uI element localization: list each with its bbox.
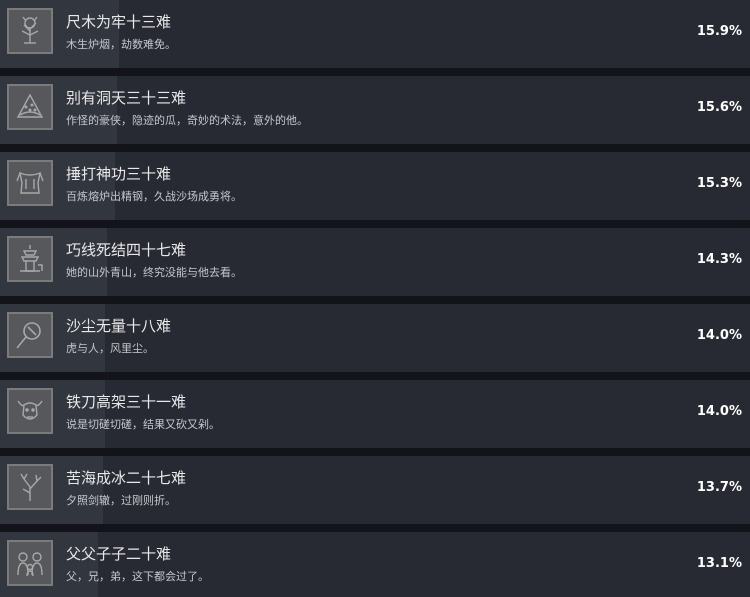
achievement-title: 苦海成冰二十七难	[66, 469, 187, 487]
achievement-description: 百炼熔炉出精钢，久战沙场成勇将。	[66, 190, 242, 203]
achievement-title: 巧线死结四十七难	[66, 241, 187, 259]
achievement-row[interactable]: 沙尘无量十八难 虎与人，风里尘。 14.0%	[0, 304, 750, 372]
achievement-percent: 15.6%	[696, 100, 742, 115]
row-divider	[0, 448, 750, 456]
achievement-description: 作怪的豪侠，隐迹的瓜，奇妙的术法，意外的他。	[66, 114, 308, 127]
achievement-description: 夕照剑辙，过刚则折。	[66, 494, 176, 507]
achievement-row[interactable]: 父父子子二十难 父，兄，弟，这下都会过了。 13.1%	[0, 532, 750, 597]
monkey-family-icon	[7, 540, 53, 586]
melon-slice-icon	[7, 84, 53, 130]
row-divider	[0, 220, 750, 228]
achievement-row[interactable]: 苦海成冰二十七难 夕照剑辙，过刚则折。 13.7%	[0, 456, 750, 524]
ox-head-icon	[7, 388, 53, 434]
achievement-percent: 15.9%	[696, 24, 742, 39]
tree-lantern-icon	[7, 8, 53, 54]
achievement-row[interactable]: 捶打神功三十难 百炼熔炉出精钢，久战沙场成勇将。 15.3%	[0, 152, 750, 220]
coral-branch-icon	[7, 464, 53, 510]
achievement-description: 说是切磋切磋，结果又砍又剁。	[66, 418, 220, 431]
achievement-row[interactable]: 尺木为牢十三难 木生炉烟，劫数难免。 15.9%	[0, 0, 750, 68]
achievement-title: 铁刀高架三十一难	[66, 393, 187, 411]
achievement-title: 父父子子二十难	[66, 545, 172, 563]
achievement-percent: 13.1%	[696, 556, 742, 571]
achievement-row[interactable]: 巧线死结四十七难 她的山外青山，终究没能与他去看。 14.3%	[0, 228, 750, 296]
achievement-row[interactable]: 铁刀高架三十一难 说是切磋切磋，结果又砍又剁。 14.0%	[0, 380, 750, 448]
achievement-description: 木生炉烟，劫数难免。	[66, 38, 176, 51]
achievement-percent: 14.3%	[696, 252, 742, 267]
achievement-percent: 14.0%	[696, 328, 742, 343]
achievement-row[interactable]: 别有洞天三十三难 作怪的豪侠，隐迹的瓜，奇妙的术法，意外的他。 15.6%	[0, 76, 750, 144]
achievement-description: 她的山外青山，终究没能与他去看。	[66, 266, 242, 279]
magnifier-icon	[7, 312, 53, 358]
row-divider	[0, 372, 750, 380]
achievement-title: 捶打神功三十难	[66, 165, 172, 183]
achievement-title: 沙尘无量十八难	[66, 317, 172, 335]
achievement-percent: 13.7%	[696, 480, 742, 495]
achievement-description: 父，兄，弟，这下都会过了。	[66, 570, 209, 583]
achievement-description: 虎与人，风里尘。	[66, 342, 154, 355]
achievement-title: 尺木为牢十三难	[66, 13, 172, 31]
pagoda-icon	[7, 236, 53, 282]
achievement-percent: 14.0%	[696, 404, 742, 419]
armor-icon	[7, 160, 53, 206]
row-divider	[0, 68, 750, 76]
achievement-list: 尺木为牢十三难 木生炉烟，劫数难免。 15.9% 别有洞天三十三难 作怪的豪侠，…	[0, 0, 750, 597]
row-divider	[0, 144, 750, 152]
achievement-percent: 15.3%	[696, 176, 742, 191]
row-divider	[0, 524, 750, 532]
row-divider	[0, 296, 750, 304]
achievement-title: 别有洞天三十三难	[66, 89, 187, 107]
